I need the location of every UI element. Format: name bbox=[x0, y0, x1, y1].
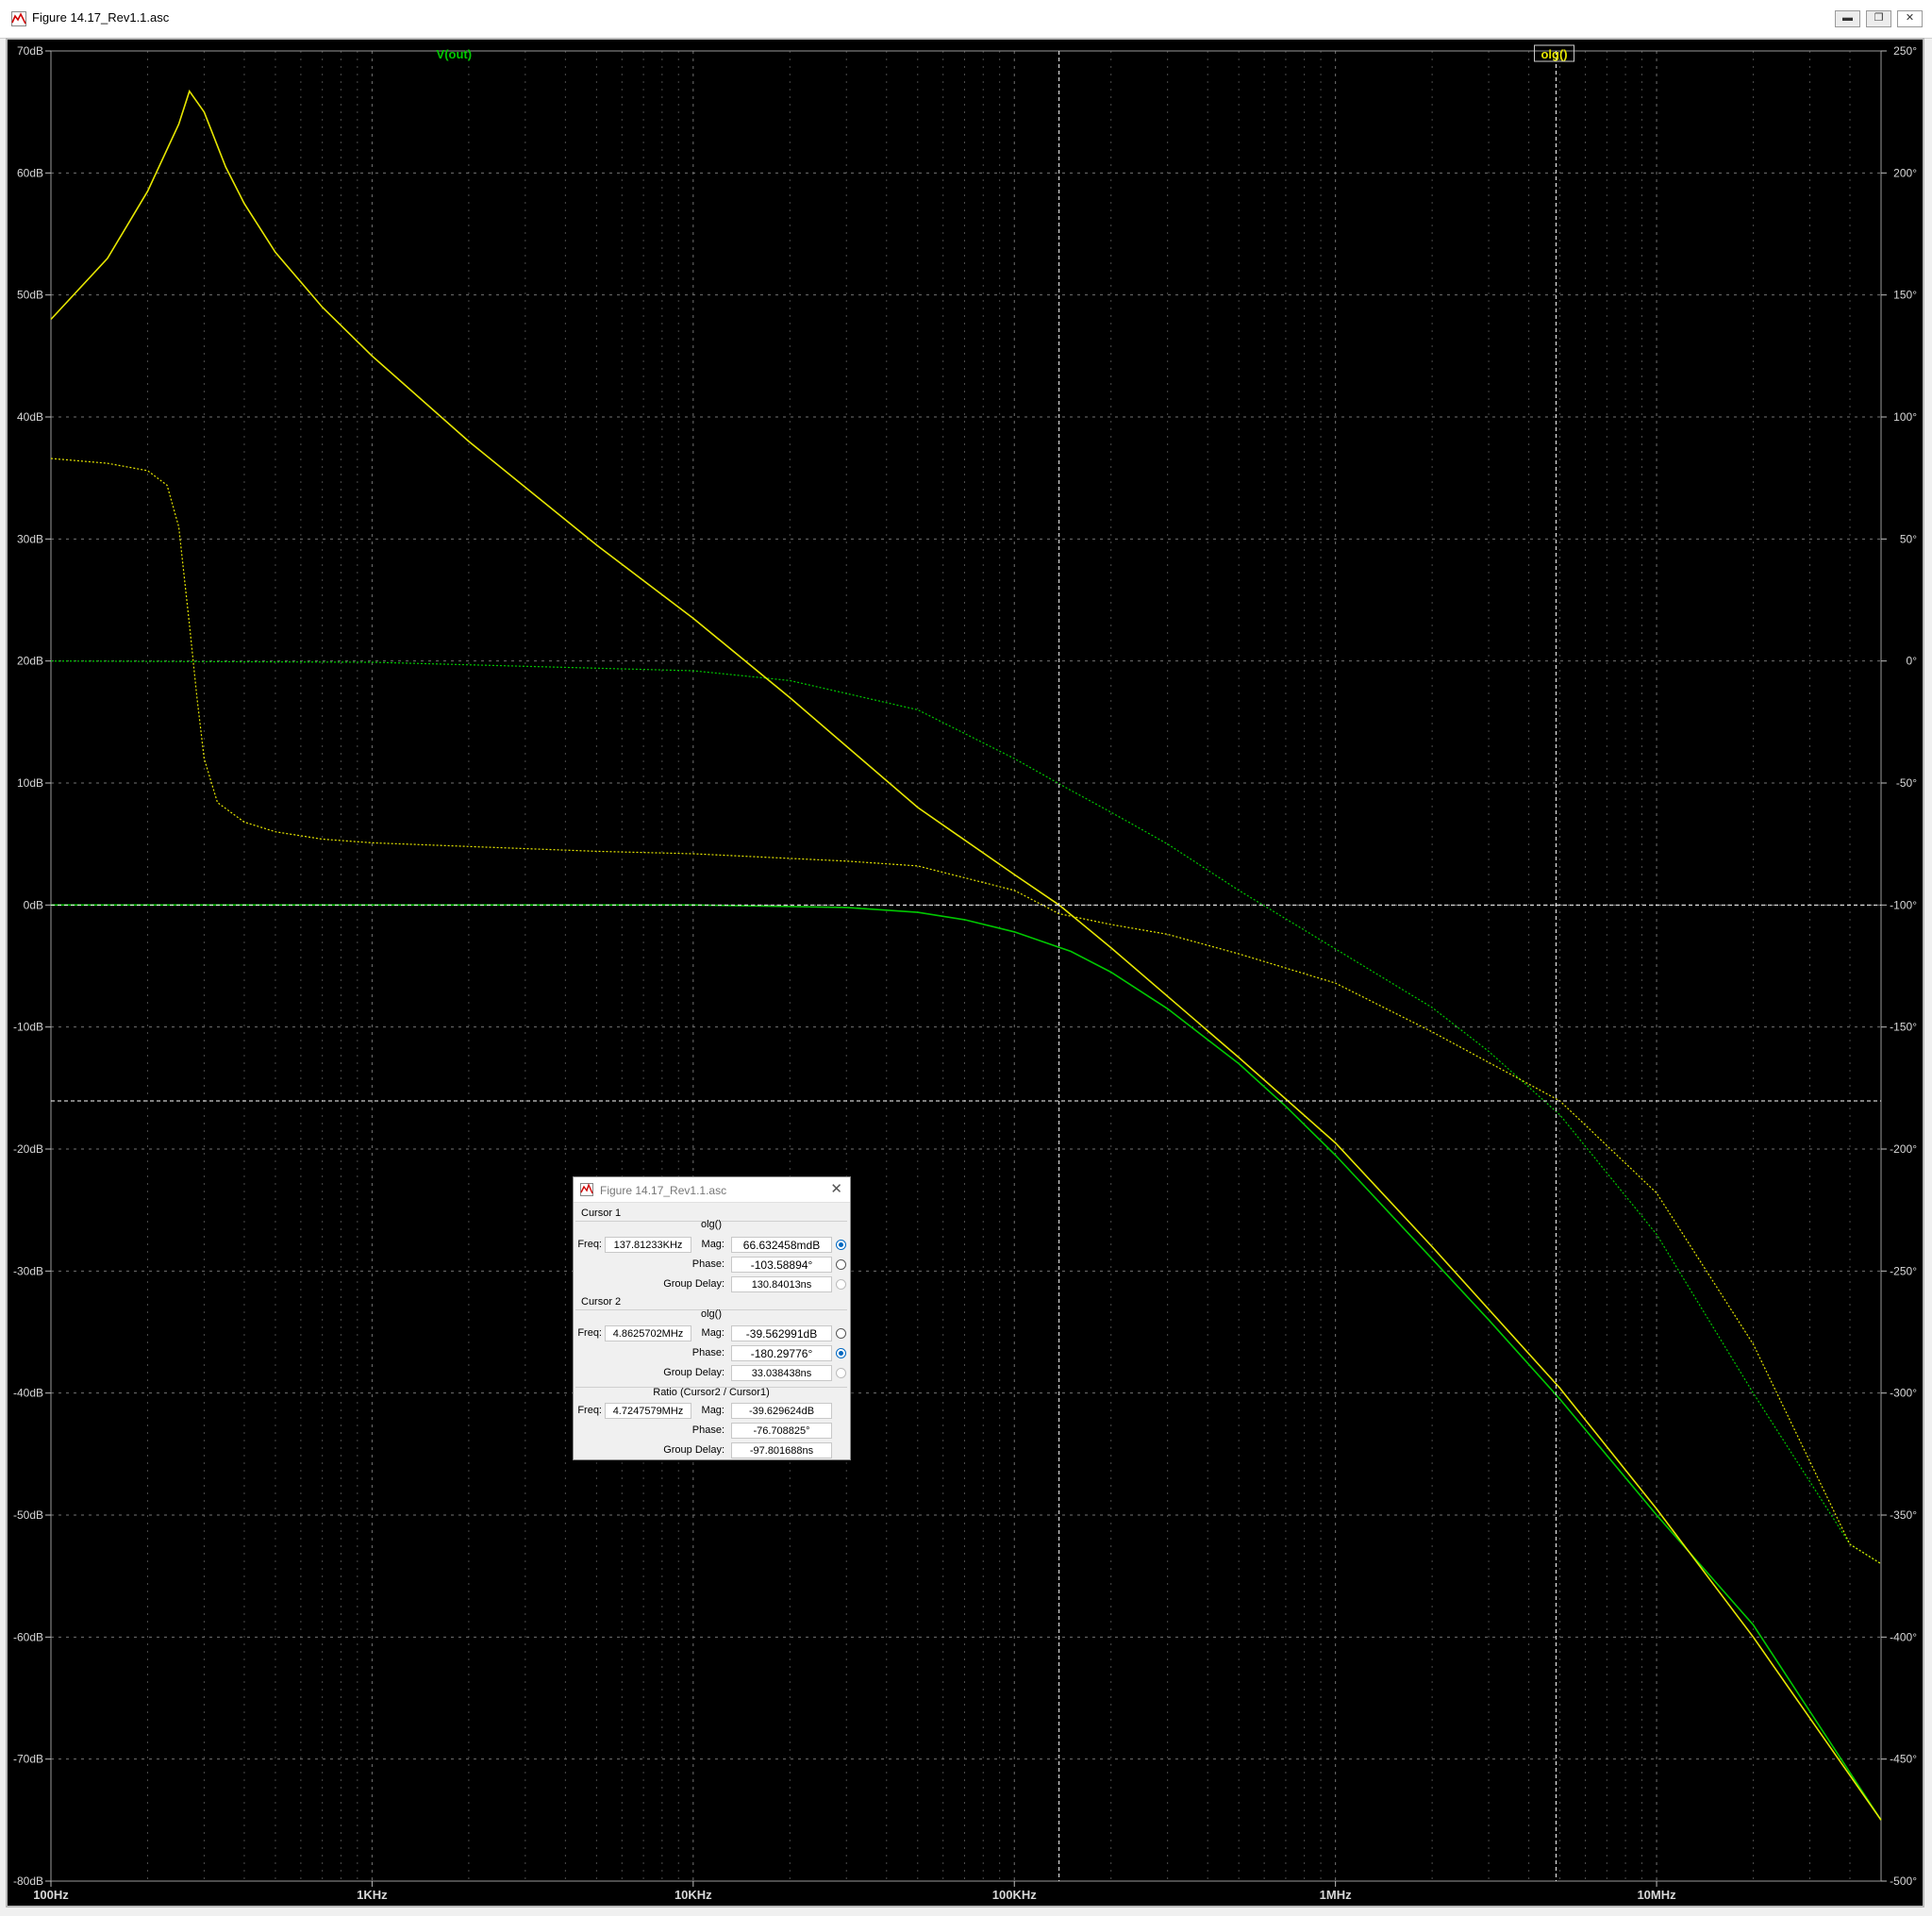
cursor2-phase-field[interactable]: -180.29776° bbox=[731, 1345, 832, 1361]
restore-button[interactable]: ❐ bbox=[1866, 10, 1891, 27]
cursor1-phase-field[interactable]: -103.58894° bbox=[731, 1257, 832, 1273]
dialog-title: Figure 14.17_Rev1.1.asc bbox=[600, 1184, 727, 1197]
y-right-tick-label: -100° bbox=[1890, 898, 1917, 911]
cursor1-freq-label: Freq: bbox=[577, 1239, 602, 1250]
trace-labels: V(out) olg() bbox=[437, 44, 1575, 62]
y-left-tick-label: 30dB bbox=[17, 532, 43, 545]
cursor2-freq-field[interactable]: 4.8625702MHz bbox=[605, 1325, 691, 1341]
cursor1-gd-radio[interactable] bbox=[836, 1279, 846, 1290]
x-tick-label: 100Hz bbox=[33, 1888, 69, 1902]
cursor1-mag-label: Mag: bbox=[701, 1239, 724, 1250]
y-right-tick-label: 0° bbox=[1907, 655, 1918, 668]
dialog-titlebar[interactable]: Figure 14.17_Rev1.1.asc ✕ bbox=[574, 1177, 850, 1203]
axis-tick-labels: 70dB 60dB 50dB 40dB 30dB 20dB 10dB 0dB -10dB -20d… bbox=[13, 44, 1917, 1902]
cursor-dialog[interactable]: Figure 14.17_Rev1.1.asc ✕ Cursor 1 olg()… bbox=[573, 1176, 851, 1460]
cursor2-mag-field[interactable]: -39.562991dB bbox=[731, 1325, 832, 1341]
y-left-tick-label: -30dB bbox=[13, 1264, 43, 1277]
y-right-tick-label: 50° bbox=[1900, 532, 1917, 545]
y-left-tick-label: 20dB bbox=[17, 655, 43, 668]
x-tick-label: 10KHz bbox=[675, 1888, 712, 1902]
y-left-tick-label: -20dB bbox=[13, 1142, 43, 1156]
y-right-tick-label: -250° bbox=[1890, 1264, 1917, 1277]
cursor2-mag-radio[interactable] bbox=[836, 1328, 846, 1339]
y-left-tick-label: -80dB bbox=[13, 1874, 43, 1888]
x-tick-label: 10MHz bbox=[1637, 1888, 1676, 1902]
cursor2-gd-field[interactable]: 33.038438ns bbox=[731, 1365, 832, 1381]
y-left-tick-label: -40dB bbox=[13, 1387, 43, 1400]
ratio-gd-field[interactable]: -97.801688ns bbox=[731, 1442, 832, 1458]
ratio-phase-label: Phase: bbox=[691, 1425, 724, 1436]
y-right-tick-label: -500° bbox=[1890, 1874, 1917, 1888]
cursor1-gd-label: Group Delay: bbox=[663, 1278, 724, 1290]
y-left-tick-label: -70dB bbox=[13, 1753, 43, 1766]
ratio-mag-label: Mag: bbox=[701, 1405, 724, 1416]
y-right-tick-label: -450° bbox=[1890, 1753, 1917, 1766]
plot-pane[interactable]: 70dB 60dB 50dB 40dB 30dB 20dB 10dB 0dB -10dB -20d… bbox=[6, 38, 1924, 1908]
y-right-tick-label: -300° bbox=[1890, 1387, 1917, 1400]
y-left-tick-label: 0dB bbox=[24, 898, 43, 911]
cursor1-header: Cursor 1 bbox=[581, 1208, 622, 1219]
trace-vout-phase bbox=[50, 660, 1882, 1565]
y-right-tick-label: -200° bbox=[1890, 1142, 1917, 1156]
ratio-gd-label: Group Delay: bbox=[663, 1444, 724, 1456]
plot-grid bbox=[50, 50, 1882, 1882]
y-right-tick-label: 100° bbox=[1893, 410, 1917, 424]
close-button[interactable]: ✕ bbox=[1897, 10, 1923, 27]
cursor1-mag-field[interactable]: 66.632458mdB bbox=[731, 1237, 832, 1253]
y-left-tick-label: -50dB bbox=[13, 1508, 43, 1522]
minimize-button[interactable]: ▬ bbox=[1835, 10, 1860, 27]
ratio-freq-field[interactable]: 4.7247579MHz bbox=[605, 1403, 691, 1419]
cursor1-phase-radio[interactable] bbox=[836, 1259, 846, 1270]
cursor1-gd-field[interactable]: 130.84013ns bbox=[731, 1276, 832, 1292]
cursor2-gd-label: Group Delay: bbox=[663, 1367, 724, 1378]
window-titlebar: Figure 14.17_Rev1.1.asc ▬ ❐ ✕ bbox=[0, 0, 1932, 39]
y-left-tick-label: -60dB bbox=[13, 1630, 43, 1643]
dialog-close-icon[interactable]: ✕ bbox=[830, 1180, 842, 1197]
cursor2-mag-label: Mag: bbox=[701, 1327, 724, 1339]
x-tick-label: 100KHz bbox=[992, 1888, 1037, 1902]
y-right-tick-label: 250° bbox=[1893, 44, 1917, 58]
x-tick-label: 1MHz bbox=[1320, 1888, 1352, 1902]
cursor1-freq-field[interactable]: 137.81233KHz bbox=[605, 1237, 691, 1253]
y-right-tick-label: 150° bbox=[1893, 289, 1917, 302]
x-tick-label: 1KHz bbox=[357, 1888, 388, 1902]
y-left-tick-label: 60dB bbox=[17, 166, 43, 179]
cursor1-trace: olg() bbox=[700, 1219, 722, 1230]
ratio-mag-field[interactable]: -39.629624dB bbox=[731, 1403, 832, 1419]
cursor2-phase-label: Phase: bbox=[691, 1347, 724, 1358]
cursor2-gd-radio[interactable] bbox=[836, 1368, 846, 1378]
ratio-freq-label: Freq: bbox=[577, 1405, 602, 1416]
y-right-tick-label: -350° bbox=[1890, 1508, 1917, 1522]
cursor1-phase-label: Phase: bbox=[691, 1258, 724, 1270]
cursor2-trace: olg() bbox=[700, 1308, 722, 1320]
y-left-tick-label: 40dB bbox=[17, 410, 43, 424]
ltspice-plot-icon bbox=[580, 1183, 593, 1196]
cursor1-mag-radio[interactable] bbox=[836, 1240, 846, 1250]
ratio-header: Ratio (Cursor2 / Cursor1) bbox=[653, 1387, 770, 1398]
cursor2-phase-radio[interactable] bbox=[836, 1348, 846, 1358]
trace-label-vout: V(out) bbox=[437, 47, 473, 61]
window-title: Figure 14.17_Rev1.1.asc bbox=[32, 10, 170, 25]
bode-plot[interactable]: 70dB 60dB 50dB 40dB 30dB 20dB 10dB 0dB -10dB -20d… bbox=[8, 40, 1923, 1906]
y-left-tick-label: 50dB bbox=[17, 289, 43, 302]
cursor2-header: Cursor 2 bbox=[581, 1296, 622, 1308]
y-right-tick-label: -400° bbox=[1890, 1630, 1917, 1643]
trace-label-olg: olg() bbox=[1541, 47, 1567, 61]
y-right-tick-label: -150° bbox=[1890, 1021, 1917, 1034]
y-left-tick-label: 70dB bbox=[17, 44, 43, 58]
y-right-tick-label: -50° bbox=[1896, 776, 1917, 790]
ratio-phase-field[interactable]: -76.708825° bbox=[731, 1423, 832, 1439]
y-right-tick-label: 200° bbox=[1893, 166, 1917, 179]
y-left-tick-label: -10dB bbox=[13, 1021, 43, 1034]
cursor2-freq-label: Freq: bbox=[577, 1327, 602, 1339]
y-left-tick-label: 10dB bbox=[17, 776, 43, 790]
ltspice-plot-icon bbox=[11, 11, 26, 26]
